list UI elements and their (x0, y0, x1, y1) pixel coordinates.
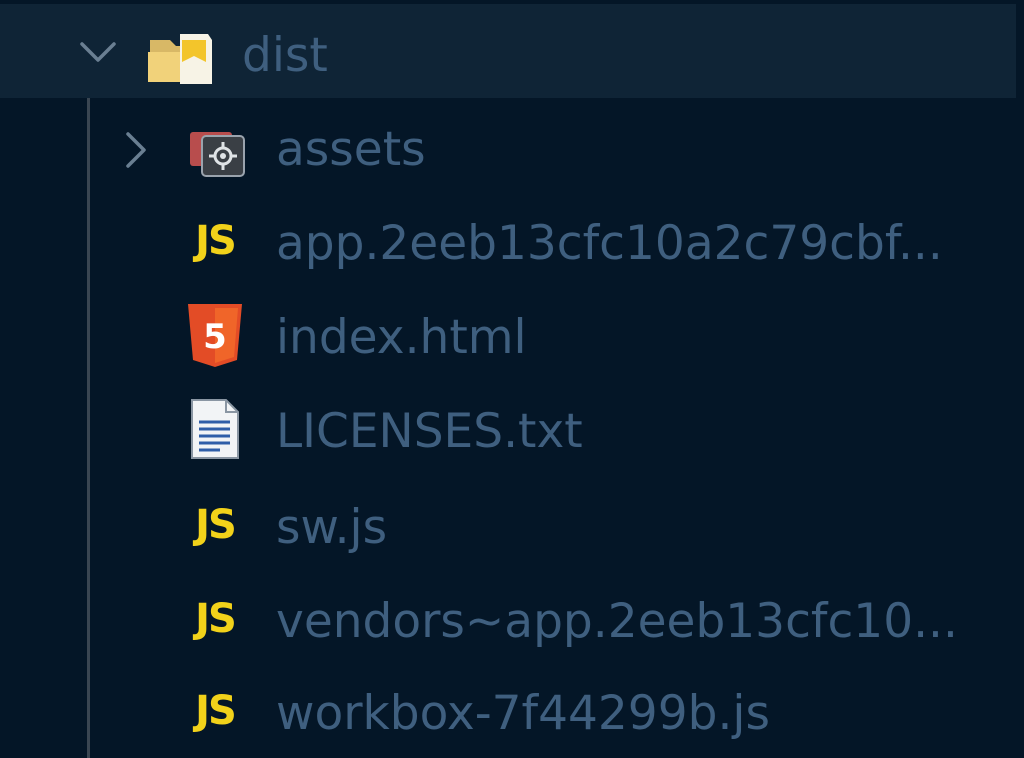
tree-item-label: sw.js (276, 500, 388, 555)
tree-row-dist[interactable]: dist (0, 4, 1016, 98)
tree-row-file[interactable]: JS vendors~app.2eeb13cfc10... (0, 572, 1016, 666)
folder-assets-icon (188, 120, 248, 180)
javascript-file-icon: JS (195, 218, 237, 264)
chevron-right-icon[interactable] (112, 126, 160, 174)
tree-row-file[interactable]: JS sw.js (0, 478, 1016, 572)
folder-open-icon (146, 26, 216, 88)
text-file-icon (188, 398, 242, 462)
tree-item-label: app.2eeb13cfc10a2c79cbf... (276, 216, 943, 271)
tree-row-file[interactable]: LICENSES.txt (0, 384, 1016, 478)
tree-row-assets[interactable]: assets (0, 102, 1016, 196)
tree-item-label: vendors~app.2eeb13cfc10... (276, 594, 958, 649)
html5-icon-text: 5 (203, 317, 227, 357)
tree-item-label: index.html (276, 310, 527, 365)
javascript-file-icon: JS (195, 596, 237, 642)
chevron-down-icon[interactable] (74, 28, 122, 76)
tree-row-file[interactable]: JS app.2eeb13cfc10a2c79cbf... (0, 196, 1016, 290)
javascript-file-icon: JS (195, 502, 237, 548)
tree-item-label: LICENSES.txt (276, 404, 583, 459)
tree-item-label: workbox-7f44299b.js (276, 686, 770, 741)
tree-row-file[interactable]: JS workbox-7f44299b.js (0, 664, 1016, 758)
tree-row-file[interactable]: 5 index.html (0, 290, 1016, 384)
tree-item-label: assets (276, 122, 426, 177)
file-explorer-tree: dist assets JS app.2eeb13cfc10a2c79cbf..… (0, 0, 1024, 758)
tree-item-label: dist (242, 28, 328, 83)
javascript-file-icon: JS (195, 688, 237, 734)
html5-file-icon: 5 (186, 302, 244, 368)
